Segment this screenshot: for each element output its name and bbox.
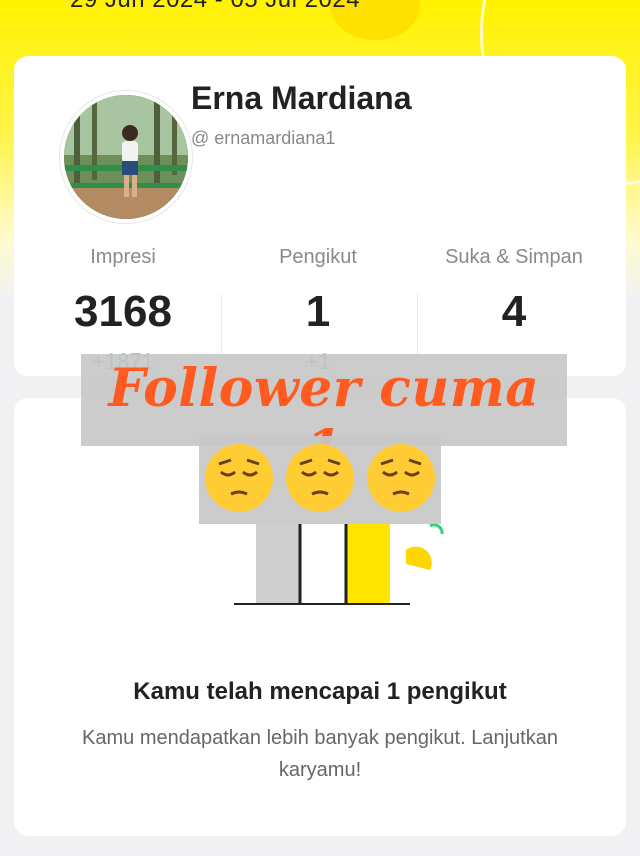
- stat-value: 4: [501, 287, 527, 336]
- pensive-face-icon: [205, 444, 274, 512]
- milestone-description: Kamu mendapatkan lebih banyak pengikut. …: [82, 727, 558, 781]
- stat-label: Pengikut: [279, 246, 357, 268]
- stat-value: 3168: [74, 287, 172, 336]
- avatar-photo: [64, 95, 188, 219]
- divider: [221, 294, 222, 354]
- divider: [417, 294, 418, 354]
- milestone-title: Kamu telah mencapai 1 pengikut: [133, 678, 507, 705]
- stat-label: Impresi: [90, 246, 156, 268]
- emoji-box: [199, 436, 441, 524]
- pensive-face-icon: [285, 444, 354, 512]
- stat-label: Suka & Simpan: [445, 246, 583, 268]
- profile-stats-card: Erna Mardiana @ ernamardiana1 Impresi 31…: [14, 56, 626, 376]
- stat-value: 1: [305, 287, 331, 336]
- avatar[interactable]: [60, 91, 192, 223]
- profile-name: Erna Mardiana: [191, 80, 412, 116]
- pensive-face-icon: [366, 444, 435, 512]
- milestone-illustration: [234, 523, 444, 605]
- profile-handle: @ ernamardiana1: [191, 128, 336, 148]
- date-range: 29 Jun 2024 - 05 Jul 2024: [70, 0, 360, 14]
